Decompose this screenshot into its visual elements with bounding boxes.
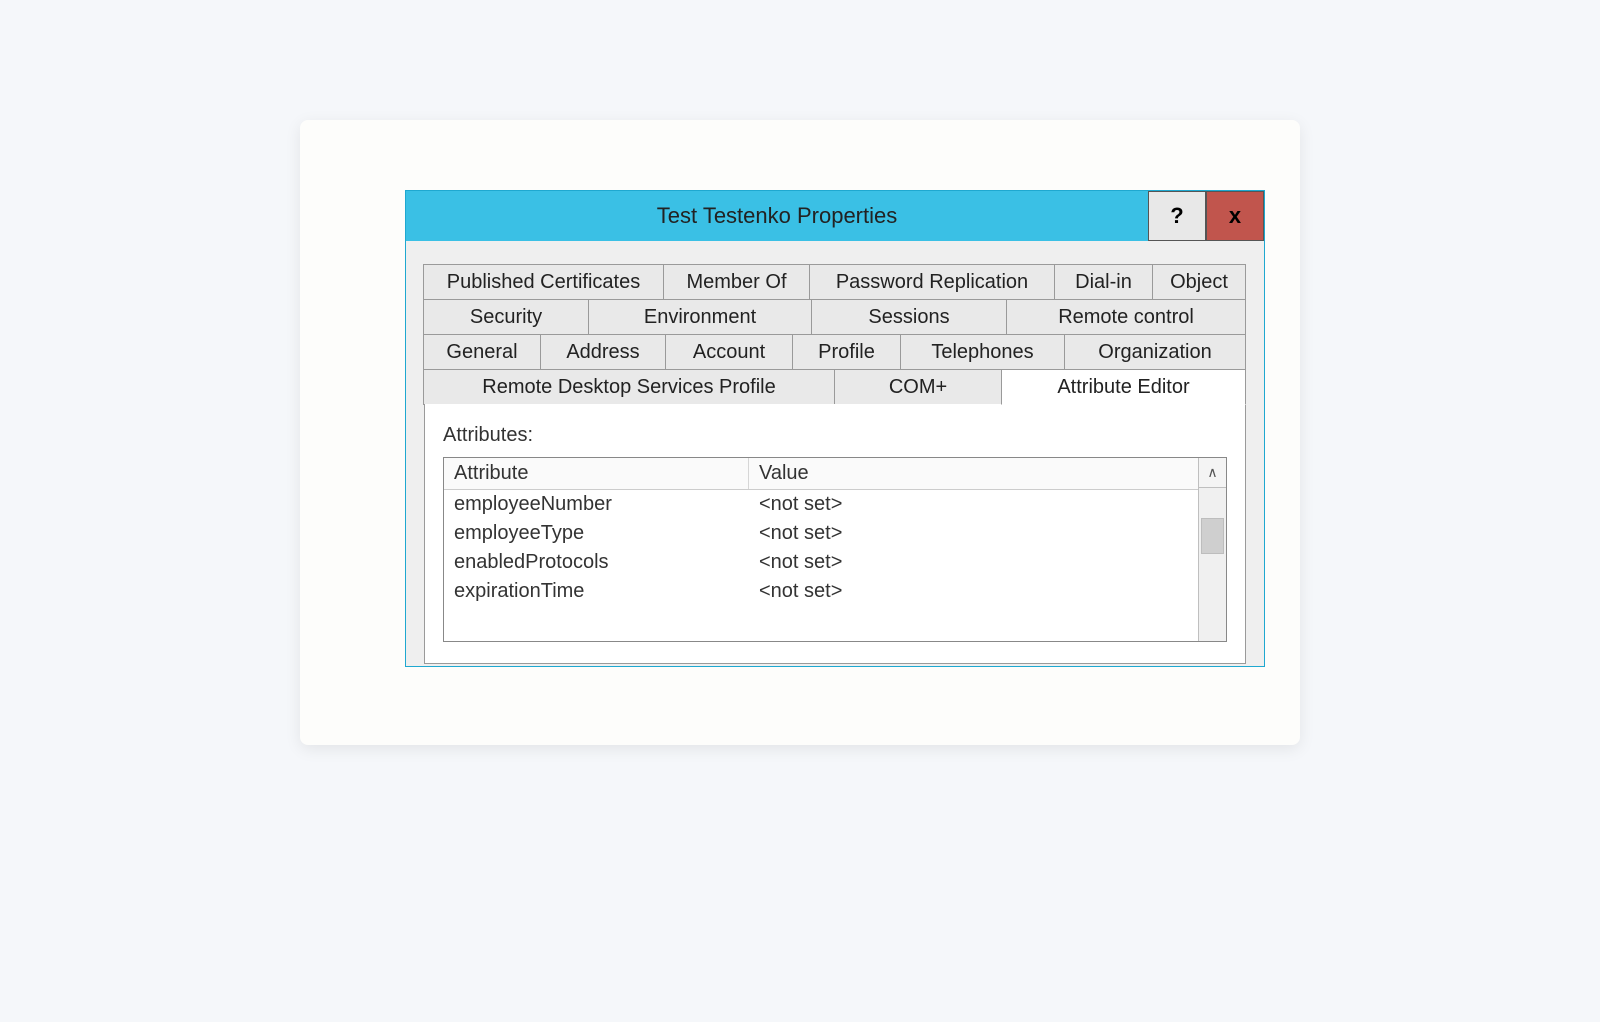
list-item[interactable]: employeeType <not set>	[444, 519, 1198, 548]
scroll-track[interactable]	[1199, 488, 1226, 641]
cell-attribute: employeeType	[444, 522, 749, 545]
tab-com-plus[interactable]: COM+	[834, 369, 1002, 405]
card-container: Test Testenko Properties ? x Published C…	[300, 120, 1300, 745]
cell-value: <not set>	[749, 522, 1198, 545]
tab-strip: Published Certificates Member Of Passwor…	[424, 265, 1246, 405]
tab-remote-desktop-services-profile[interactable]: Remote Desktop Services Profile	[423, 369, 835, 405]
chevron-up-icon: ∧	[1207, 464, 1217, 481]
tab-password-replication[interactable]: Password Replication	[809, 264, 1055, 300]
cell-attribute: enabledProtocols	[444, 551, 749, 574]
close-button[interactable]: x	[1206, 191, 1264, 241]
titlebar: Test Testenko Properties ? x	[406, 191, 1264, 241]
tab-row-2: Security Environment Sessions Remote con…	[424, 300, 1246, 335]
column-header-attribute[interactable]: Attribute	[444, 458, 749, 489]
tab-security[interactable]: Security	[423, 299, 589, 335]
tab-environment[interactable]: Environment	[588, 299, 812, 335]
tab-account[interactable]: Account	[665, 334, 793, 370]
tab-row-3: General Address Account Profile Telephon…	[424, 335, 1246, 370]
tab-organization[interactable]: Organization	[1064, 334, 1246, 370]
window-title: Test Testenko Properties	[406, 191, 1148, 241]
cell-value: <not set>	[749, 551, 1198, 574]
list-item[interactable]: enabledProtocols <not set>	[444, 548, 1198, 577]
vertical-scrollbar[interactable]: ∧	[1198, 458, 1226, 641]
scroll-up-button[interactable]: ∧	[1199, 458, 1226, 488]
column-header-value[interactable]: Value	[749, 458, 1198, 489]
listview-header: Attribute Value	[444, 458, 1198, 490]
tab-profile[interactable]: Profile	[792, 334, 901, 370]
tab-telephones[interactable]: Telephones	[900, 334, 1065, 370]
tab-published-certificates[interactable]: Published Certificates	[423, 264, 664, 300]
tab-member-of[interactable]: Member Of	[663, 264, 810, 300]
listview-rows: employeeNumber <not set> employeeType <n…	[444, 490, 1198, 641]
tab-sessions[interactable]: Sessions	[811, 299, 1007, 335]
tab-attribute-editor[interactable]: Attribute Editor	[1001, 369, 1246, 405]
tab-row-1: Published Certificates Member Of Passwor…	[424, 265, 1246, 300]
tab-address[interactable]: Address	[540, 334, 666, 370]
tab-general[interactable]: General	[423, 334, 541, 370]
cell-attribute: expirationTime	[444, 580, 749, 603]
properties-window: Test Testenko Properties ? x Published C…	[405, 190, 1265, 667]
tab-object[interactable]: Object	[1152, 264, 1246, 300]
attributes-label: Attributes:	[443, 424, 1227, 447]
list-item[interactable]: employeeNumber <not set>	[444, 490, 1198, 519]
cell-value: <not set>	[749, 493, 1198, 516]
listview-main: Attribute Value employeeNumber <not set>…	[444, 458, 1198, 641]
scroll-thumb[interactable]	[1201, 518, 1224, 554]
list-item[interactable]: expirationTime <not set>	[444, 577, 1198, 606]
attributes-listview[interactable]: Attribute Value employeeNumber <not set>…	[443, 457, 1227, 642]
help-button[interactable]: ?	[1148, 191, 1206, 241]
title-controls: ? x	[1148, 191, 1264, 241]
dialog-client-area: Published Certificates Member Of Passwor…	[406, 241, 1264, 666]
tab-remote-control[interactable]: Remote control	[1006, 299, 1246, 335]
cell-attribute: employeeNumber	[444, 493, 749, 516]
cell-value: <not set>	[749, 580, 1198, 603]
tab-body-attribute-editor: Attributes: Attribute Value employeeNumb…	[424, 404, 1246, 664]
tab-row-4: Remote Desktop Services Profile COM+ Att…	[424, 370, 1246, 405]
tab-dial-in[interactable]: Dial-in	[1054, 264, 1153, 300]
